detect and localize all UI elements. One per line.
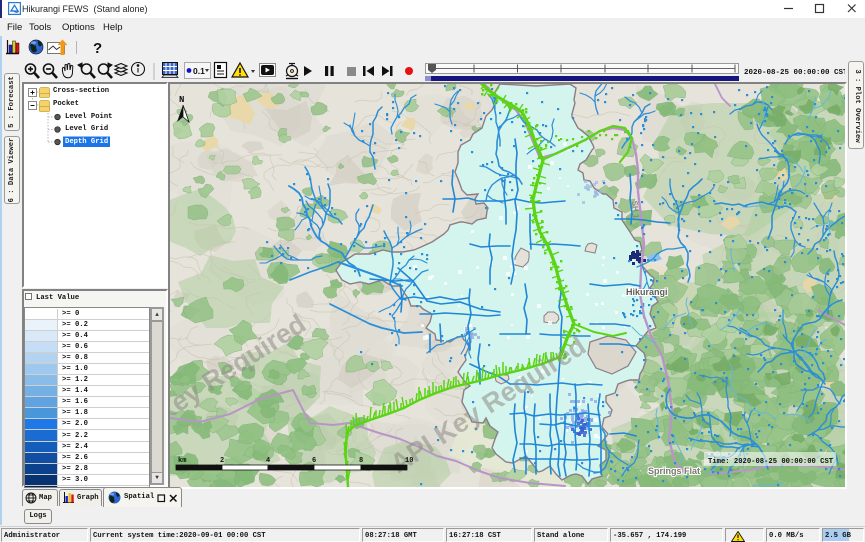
svg-text:N: N — [179, 95, 184, 105]
svg-text:?: ? — [93, 40, 102, 56]
svg-text:8: 8 — [359, 457, 363, 465]
svg-text:Springs Flat: Springs Flat — [648, 466, 700, 476]
svg-text:km: km — [178, 457, 186, 465]
svg-text:2: 2 — [220, 457, 224, 465]
svg-text:4: 4 — [266, 457, 270, 465]
svg-text:Time: 2020-08-25 00:00:00 CST: Time: 2020-08-25 00:00:00 CST — [708, 458, 834, 466]
svg-text:6: 6 — [312, 457, 316, 465]
svg-text:10: 10 — [405, 457, 413, 465]
svg-text:2020-08-25 00:00:00 CST: 2020-08-25 00:00:00 CST — [744, 69, 845, 77]
svg-text:Hikurangi: Hikurangi — [626, 287, 668, 297]
svg-text:0.1: 0.1 — [193, 66, 205, 76]
